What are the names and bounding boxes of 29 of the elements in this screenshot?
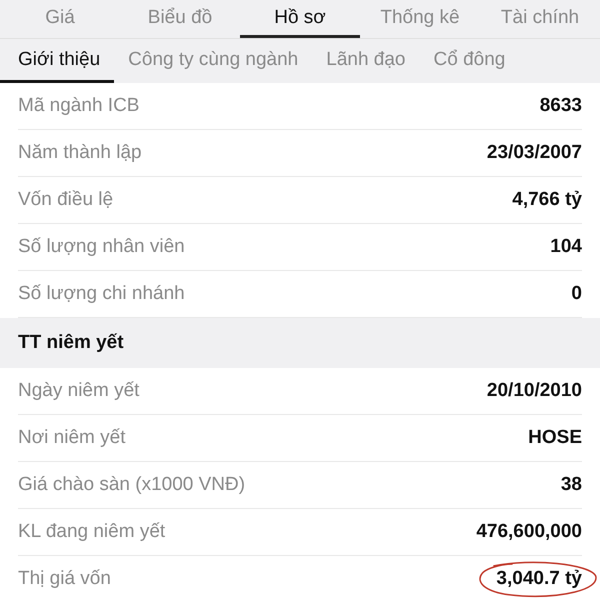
row-label: Ngày niêm yết <box>18 380 140 402</box>
row-value: 476,600,000 <box>476 521 582 542</box>
row-value: 0 <box>571 283 582 304</box>
tab[interactable]: Biểu đồ <box>120 0 240 38</box>
row-value: 23/03/2007 <box>486 142 582 163</box>
subtab[interactable]: Lãnh đạo <box>312 39 420 83</box>
tab[interactable]: Thống kê <box>360 0 480 38</box>
row-label: Giá chào sàn (x1000 VNĐ) <box>18 474 246 496</box>
row-label: Số lượng nhân viên <box>18 236 185 258</box>
row-label: Nơi niêm yết <box>18 427 126 449</box>
row-value: HOSE <box>528 427 582 448</box>
row-value: 8633 <box>540 95 582 116</box>
section-header: TT niêm yết <box>0 318 600 368</box>
subtab[interactable]: Cổ đông <box>420 39 520 83</box>
row-value: 4,766 tỷ <box>512 189 582 210</box>
row-value: 3,040.7 tỷ <box>496 568 582 589</box>
row-label: KL đang niêm yết <box>18 521 166 543</box>
row-label: Năm thành lập <box>18 142 142 164</box>
subtab[interactable]: Giới thiệu <box>0 39 114 83</box>
row-label: Mã ngành ICB <box>18 95 140 117</box>
row-value: 38 <box>560 474 582 495</box>
tab[interactable]: Giá <box>0 0 120 38</box>
tab[interactable]: Tài chính <box>480 0 600 38</box>
row-value: 104 <box>550 236 582 257</box>
row-label: Thị giá vốn <box>18 568 111 590</box>
row-label: Số lượng chi nhánh <box>18 283 185 305</box>
row-label: Vốn điều lệ <box>18 189 114 211</box>
row-value: 20/10/2010 <box>486 380 582 401</box>
subtab[interactable]: Công ty cùng ngành <box>114 39 312 83</box>
